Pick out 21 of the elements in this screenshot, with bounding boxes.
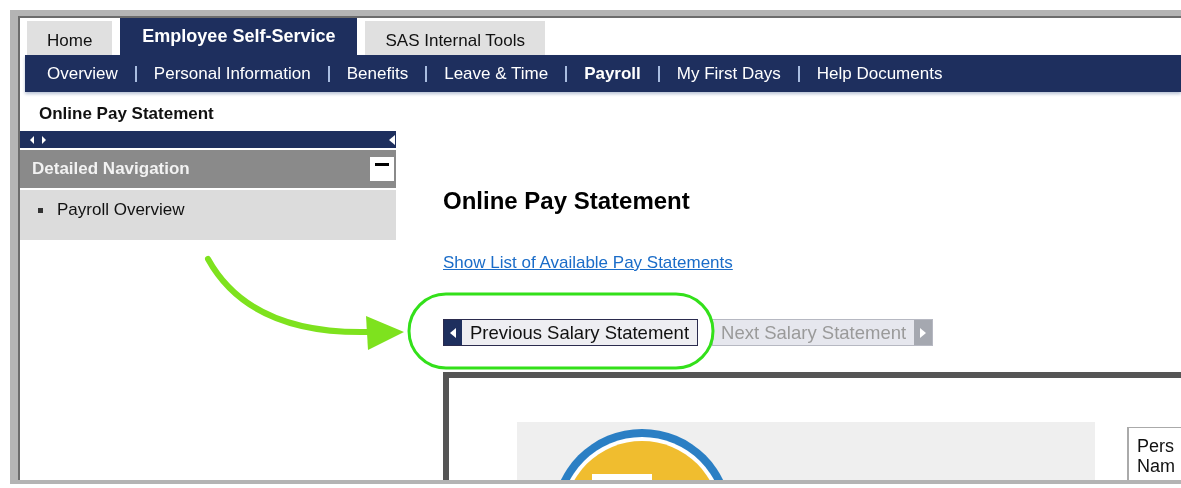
field-label: Pers <box>1137 436 1175 456</box>
collapse-arrow-icon[interactable] <box>388 133 396 146</box>
sidebar-item[interactable]: Payroll Overview <box>20 200 396 220</box>
page-heading: Online Pay Statement <box>443 187 691 216</box>
nav-link[interactable]: Personal Information <box>153 63 311 84</box>
statements-link[interactable]: Show List of Available Pay Statements <box>443 253 733 273</box>
portal-tab[interactable]: SAS Internal Tools <box>365 21 545 55</box>
nav-link[interactable]: Payroll <box>584 63 641 84</box>
nav-link[interactable]: Overview <box>47 63 118 84</box>
nav-link[interactable]: My First Days <box>676 63 781 84</box>
page-title: Online Pay Statement <box>38 103 215 121</box>
panel-title: Detailed Navigation <box>32 159 190 179</box>
scroll-arrows-icon[interactable] <box>28 133 48 146</box>
previous-button[interactable]: Previous Salary Statement <box>443 319 699 346</box>
portal-tab[interactable]: Employee Self-Service <box>120 18 358 55</box>
nav-link[interactable]: Leave & Time <box>444 63 549 84</box>
field-label: Nam <box>1137 456 1176 476</box>
nav-link[interactable]: Help Documents <box>816 63 943 84</box>
caret-left-icon[interactable] <box>449 326 457 339</box>
nav-link[interactable]: Benefits <box>346 63 409 84</box>
portal-tab[interactable]: Home <box>27 21 113 55</box>
